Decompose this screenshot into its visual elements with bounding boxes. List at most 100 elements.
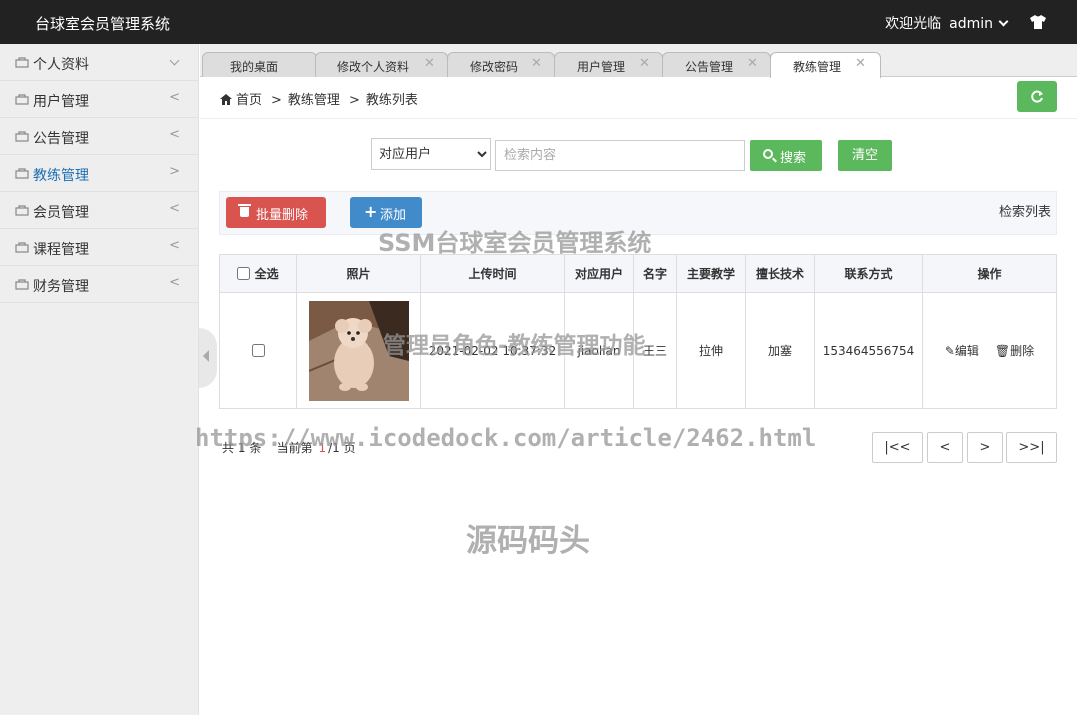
tab-coach-management[interactable]: 教练管理 ✕ bbox=[770, 52, 881, 78]
tab-desktop[interactable]: 我的桌面 bbox=[202, 52, 317, 77]
close-icon[interactable]: ✕ bbox=[747, 56, 758, 71]
close-icon[interactable]: ✕ bbox=[531, 56, 542, 71]
list-title: 检索列表 bbox=[998, 205, 1051, 220]
sidebar-item-label: 课程管理 bbox=[33, 242, 89, 258]
sidebar-collapse-toggle[interactable] bbox=[199, 328, 217, 388]
add-label: 添加 bbox=[380, 208, 407, 223]
sidebar-item-members[interactable]: 会员管理 < bbox=[0, 192, 198, 229]
close-icon[interactable]: ✕ bbox=[424, 56, 435, 71]
sidebar-item-profile[interactable]: 个人资料 bbox=[0, 44, 198, 81]
welcome-text: 欢迎光临 bbox=[885, 16, 942, 32]
tab-user-management[interactable]: 用户管理 ✕ bbox=[554, 52, 663, 77]
sidebar-item-label: 公告管理 bbox=[33, 131, 89, 147]
skill-cell: 加塞 bbox=[745, 292, 815, 409]
close-icon[interactable]: ✕ bbox=[639, 56, 650, 71]
top-header: 台球室会员管理系统 欢迎光临 admin bbox=[0, 0, 1077, 44]
chevron-left-icon: < bbox=[169, 201, 180, 216]
tab-bar: 我的桌面 修改个人资料 ✕ 修改密码 ✕ 用户管理 ✕ 公告管理 ✕ 教练管理 … bbox=[200, 44, 1077, 78]
search-field-select[interactable]: 对应用户 bbox=[371, 138, 491, 170]
tab-label: 修改个人资料 bbox=[337, 60, 410, 74]
sidebar-item-courses[interactable]: 课程管理 < bbox=[0, 229, 198, 266]
tab-label: 我的桌面 bbox=[230, 60, 279, 74]
sidebar-item-notices[interactable]: 公告管理 < bbox=[0, 118, 198, 155]
tab-label: 修改密码 bbox=[470, 60, 519, 74]
row-checkbox[interactable] bbox=[251, 343, 265, 357]
pencil-icon: ✎ bbox=[944, 344, 955, 358]
column-header: 上传时间 bbox=[420, 254, 565, 293]
trash-icon bbox=[238, 204, 251, 217]
delete-button[interactable]: 🗑删除 bbox=[995, 344, 1034, 358]
plus-icon: + bbox=[364, 202, 378, 221]
tab-change-password[interactable]: 修改密码 ✕ bbox=[447, 52, 555, 77]
breadcrumb-home[interactable]: 首页 bbox=[236, 93, 262, 108]
select-all-header[interactable]: 全选 bbox=[219, 254, 297, 293]
column-header: 对应用户 bbox=[564, 254, 634, 293]
operations-cell: ✎编辑 🗑删除 bbox=[922, 292, 1057, 409]
tab-label: 教练管理 bbox=[793, 60, 842, 74]
chevron-right-icon: > bbox=[169, 164, 180, 179]
tshirt-icon[interactable] bbox=[1029, 14, 1047, 30]
bag-icon bbox=[15, 57, 29, 68]
column-header: 主要教学 bbox=[676, 254, 746, 293]
prev-page-button[interactable]: < bbox=[927, 432, 963, 463]
bag-icon bbox=[15, 94, 29, 105]
tab-notice-management[interactable]: 公告管理 ✕ bbox=[662, 52, 771, 77]
close-icon[interactable]: ✕ bbox=[855, 56, 866, 71]
edit-button[interactable]: ✎编辑 bbox=[945, 344, 979, 358]
table-header-row: 全选 照片 上传时间 对应用户 名字 主要教学 擅长技术 联系方式 操作 bbox=[219, 254, 1057, 293]
search-button-label: 搜索 bbox=[780, 151, 807, 166]
watermark-url: https://www.icodedock.com/article/2462.h… bbox=[195, 424, 817, 452]
search-button[interactable]: 搜索 bbox=[750, 140, 822, 171]
contact-cell: 153464556754 bbox=[814, 292, 923, 409]
sidebar-item-finance[interactable]: 财务管理 < bbox=[0, 266, 198, 303]
divider bbox=[200, 118, 1077, 119]
sidebar-item-coaches[interactable]: 教练管理 > bbox=[0, 155, 198, 192]
sidebar-item-label: 会员管理 bbox=[33, 205, 89, 221]
chevron-down-icon bbox=[998, 16, 1009, 27]
column-header: 擅长技术 bbox=[745, 254, 815, 293]
chevron-left-icon: < bbox=[169, 127, 180, 142]
search-input[interactable] bbox=[495, 140, 745, 171]
sidebar-item-label: 个人资料 bbox=[33, 57, 89, 73]
tab-label: 公告管理 bbox=[685, 60, 734, 74]
column-header: 联系方式 bbox=[814, 254, 923, 293]
column-header: 照片 bbox=[296, 254, 421, 293]
bag-icon bbox=[15, 131, 29, 142]
bag-icon bbox=[15, 279, 29, 290]
sidebar-item-label: 用户管理 bbox=[33, 94, 89, 110]
first-page-button[interactable]: |<< bbox=[872, 432, 923, 463]
last-page-button[interactable]: >>| bbox=[1006, 432, 1057, 463]
watermark-brand: 源码码头 bbox=[466, 523, 590, 559]
next-page-button[interactable]: > bbox=[967, 432, 1003, 463]
sidebar-item-label: 财务管理 bbox=[33, 279, 89, 295]
breadcrumb-level2: 教练列表 bbox=[365, 93, 418, 108]
batch-delete-button[interactable]: 批量删除 bbox=[226, 197, 326, 228]
breadcrumb-separator: > bbox=[271, 93, 282, 108]
watermark-title: SSM台球室会员管理系统 bbox=[378, 229, 652, 257]
select-all-checkbox[interactable] bbox=[237, 267, 251, 280]
watermark-subtitle: 管理员角色-教练管理功能 bbox=[383, 333, 646, 359]
edit-label: 编辑 bbox=[954, 344, 979, 358]
sidebar-item-label: 教练管理 bbox=[33, 168, 89, 184]
trash-icon: 🗑 bbox=[994, 344, 1011, 358]
user-menu[interactable]: 欢迎光临 admin bbox=[885, 13, 1009, 33]
column-header: 操作 bbox=[922, 254, 1057, 293]
bag-icon bbox=[15, 242, 29, 253]
column-header: 全选 bbox=[254, 267, 279, 281]
breadcrumb-level1[interactable]: 教练管理 bbox=[288, 93, 340, 108]
home-icon bbox=[220, 94, 232, 105]
refresh-button[interactable] bbox=[1017, 81, 1057, 112]
tab-edit-profile[interactable]: 修改个人资料 ✕ bbox=[315, 52, 448, 77]
row-select-cell bbox=[219, 292, 297, 409]
caret-left-icon bbox=[203, 350, 209, 362]
breadcrumb-separator: > bbox=[348, 93, 360, 108]
sidebar: 个人资料 用户管理 < 公告管理 < 教练管理 > 会员管理 < 课程管理 < … bbox=[0, 44, 199, 715]
clear-button[interactable]: 清空 bbox=[838, 140, 892, 171]
sidebar-item-users[interactable]: 用户管理 < bbox=[0, 81, 198, 118]
delete-label: 删除 bbox=[1010, 344, 1035, 358]
teaching-cell: 拉伸 bbox=[676, 292, 746, 409]
batch-delete-label: 批量删除 bbox=[256, 208, 309, 223]
app-title: 台球室会员管理系统 bbox=[35, 15, 171, 33]
tab-label: 用户管理 bbox=[577, 60, 626, 74]
search-icon bbox=[763, 149, 773, 159]
